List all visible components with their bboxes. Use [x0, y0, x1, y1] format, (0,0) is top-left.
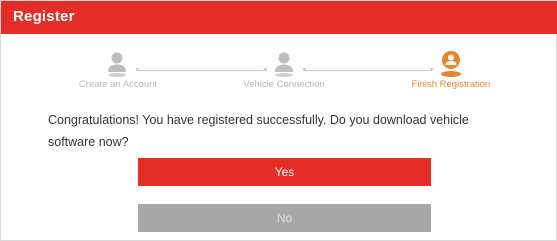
step-label-vehicle-connection: Vehicle Connection: [243, 79, 325, 90]
no-button[interactable]: No: [138, 204, 431, 232]
registration-stepper: Create an Account Vehicle Connection Fin…: [1, 34, 557, 98]
user-icon: [104, 50, 130, 78]
step-dot: [264, 68, 267, 71]
step-dot: [303, 68, 306, 71]
step-dot: [136, 68, 139, 71]
step-label-create-account: Create an Account: [78, 79, 158, 90]
dialog-title: Register: [13, 8, 75, 25]
dialog-titlebar: Register: [1, 1, 557, 34]
user-icon: [438, 50, 464, 78]
user-icon: [271, 50, 297, 78]
step-connector: [139, 70, 263, 71]
register-dialog: Register Create an Account Vehicle Conne…: [0, 0, 557, 241]
step-label-finish-registration: Finish Registration: [411, 79, 491, 90]
yes-button[interactable]: Yes: [138, 158, 431, 186]
step-dot: [430, 68, 433, 71]
success-message: Congratulations! You have registered suc…: [48, 113, 469, 149]
step-connector: [305, 70, 429, 71]
